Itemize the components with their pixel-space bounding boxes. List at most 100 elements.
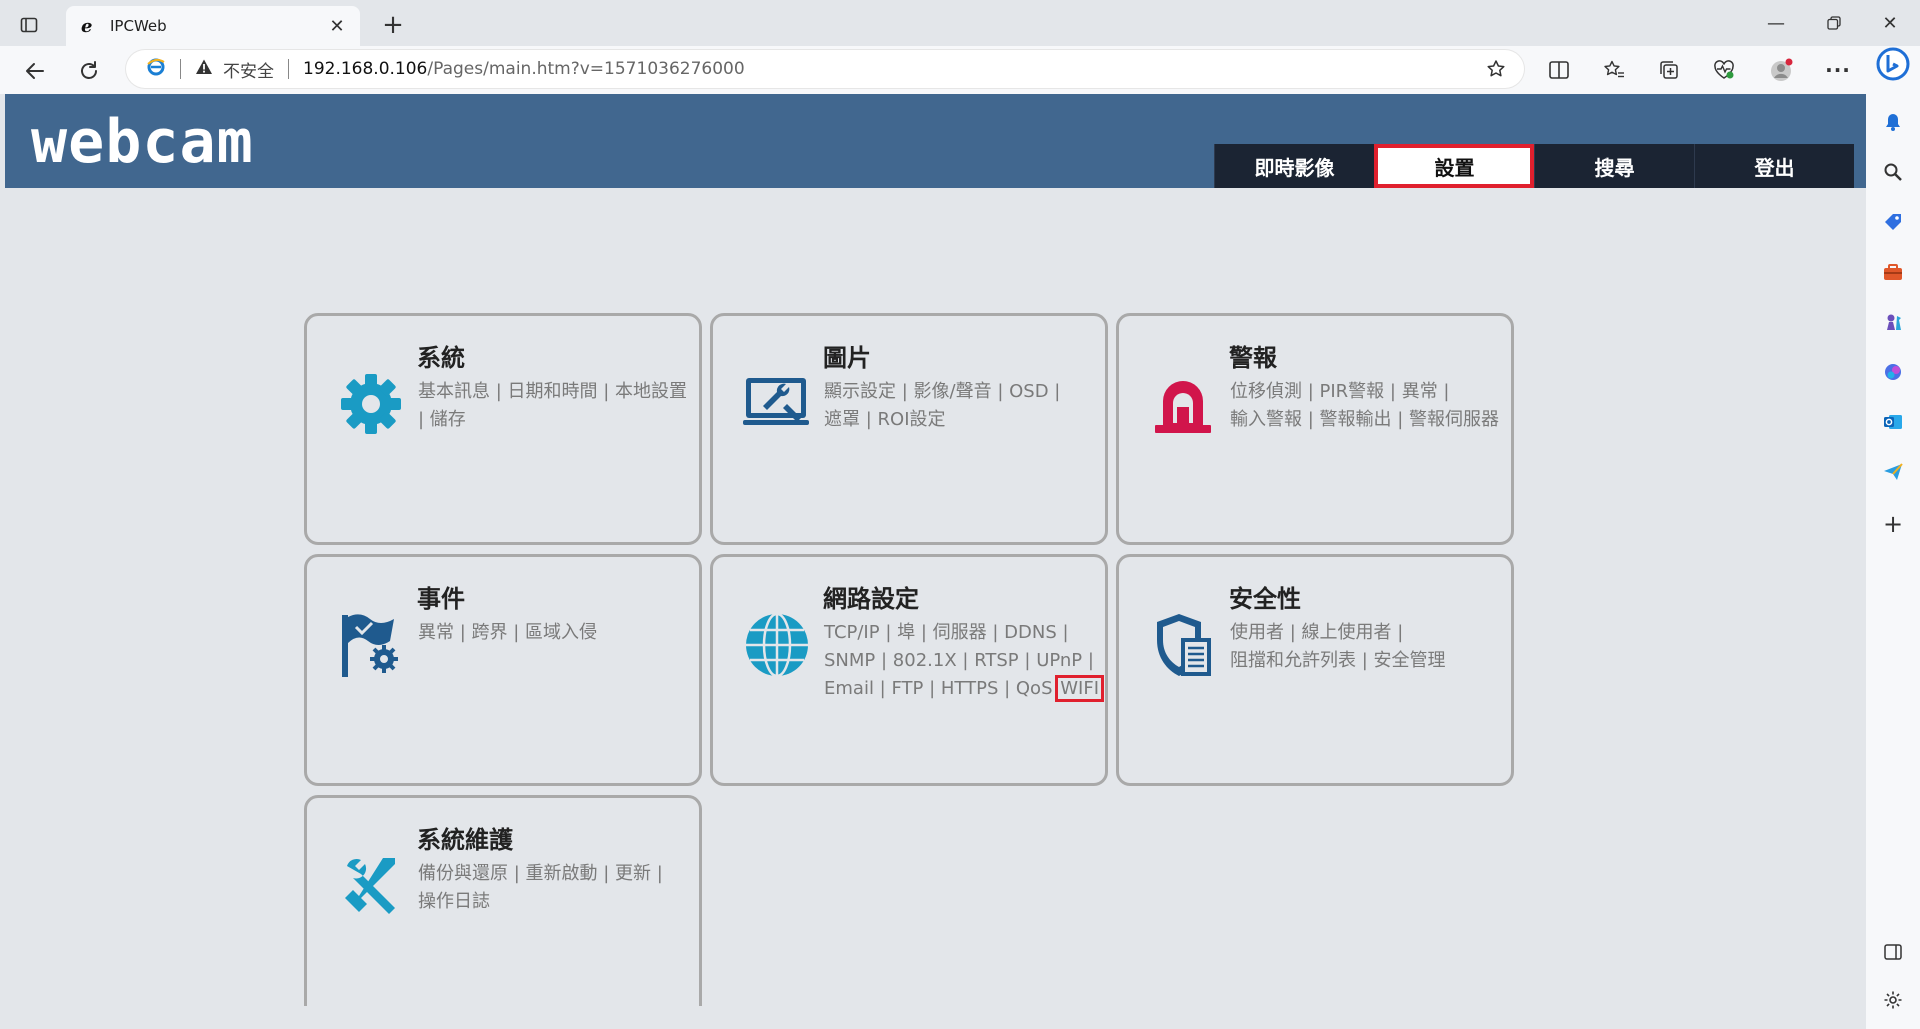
browser-tab-strip: e IPCWeb ✕ + — ✕ xyxy=(0,0,1920,48)
link-wifi[interactable]: WIFI xyxy=(1055,675,1105,702)
tab-title: IPCWeb xyxy=(110,17,167,35)
link-alarm-server[interactable]: 警報伺服器 xyxy=(1409,409,1499,430)
card-security[interactable]: 安全性 使用者 | 線上使用者 | 阻擋和允許列表 | 安全管理 xyxy=(1116,554,1514,786)
link-server[interactable]: 伺服器 xyxy=(933,622,987,643)
card-alarm[interactable]: 警報 位移偵測 | PIR警報 | 異常 | 輸入警報 | 警報輸出 | 警報伺服… xyxy=(1116,313,1514,545)
link-port[interactable]: 埠 xyxy=(897,622,915,643)
link-rtsp[interactable]: RTSP xyxy=(974,650,1018,671)
link-operation-log[interactable]: 操作日誌 xyxy=(418,891,490,912)
copilot-button[interactable] xyxy=(1879,358,1907,386)
divider xyxy=(180,59,181,79)
link-date-time[interactable]: 日期和時間 xyxy=(508,381,598,402)
link-osd[interactable]: OSD xyxy=(1009,381,1048,402)
restore-button[interactable] xyxy=(1814,8,1854,38)
link-local-settings[interactable]: 本地設置 xyxy=(615,381,687,402)
card-links: 異常 | 跨界 | 區域入侵 xyxy=(418,622,598,643)
minimize-button[interactable]: — xyxy=(1756,8,1796,38)
more-menu-button[interactable]: ··· xyxy=(1820,52,1856,88)
link-https[interactable]: HTTPS xyxy=(941,678,999,699)
paper-plane-icon xyxy=(1884,463,1903,480)
card-maintenance[interactable]: 系統維護 備份與還原 | 重新啟動 | 更新 | 操作日誌 xyxy=(304,795,702,1006)
outlook-button[interactable] xyxy=(1879,408,1907,436)
link-ftp[interactable]: FTP xyxy=(891,678,923,699)
link-online-users[interactable]: 線上使用者 xyxy=(1302,622,1392,643)
card-image[interactable]: 圖片 顯示設定 | 影像/聲音 | OSD | 遮罩 | ROI設定 xyxy=(710,313,1108,545)
bing-copilot-button[interactable] xyxy=(1876,46,1910,82)
link-alarm-input[interactable]: 輸入警報 xyxy=(1230,409,1302,430)
copilot-icon xyxy=(1885,364,1901,380)
link-intrusion[interactable]: 區域入侵 xyxy=(525,622,597,643)
card-event[interactable]: 事件 異常 | 跨界 | 區域入侵 xyxy=(304,554,702,786)
card-system[interactable]: 系統 基本訊息 | 日期和時間 | 本地設置 | 儲存 xyxy=(304,313,702,545)
link-roi-settings[interactable]: ROI設定 xyxy=(878,409,946,430)
back-button[interactable] xyxy=(18,54,52,88)
alarm-siren-icon xyxy=(1149,370,1217,438)
nav-search[interactable]: 搜尋 xyxy=(1534,144,1694,188)
restore-icon xyxy=(1827,16,1841,30)
link-email[interactable]: Email xyxy=(824,678,874,699)
tab-close-icon[interactable]: ✕ xyxy=(326,15,348,37)
link-alarm-output[interactable]: 警報輸出 xyxy=(1320,409,1392,430)
link-upnp[interactable]: UPnP xyxy=(1036,650,1082,671)
card-links: 位移偵測 | PIR警報 | 異常 | 輸入警報 | 警報輸出 | 警報伺服器 xyxy=(1230,381,1500,430)
link-block-allow-list[interactable]: 阻擋和允許列表 xyxy=(1230,650,1356,671)
notifications-button[interactable] xyxy=(1879,108,1907,136)
bell-icon xyxy=(1886,114,1900,131)
send-button[interactable] xyxy=(1879,458,1907,486)
address-bar[interactable]: 不安全 192.168.0.106/Pages/main.htm?v=15710… xyxy=(126,50,1524,88)
nav-live-view[interactable]: 即時影像 xyxy=(1214,144,1374,188)
card-network[interactable]: 網路設定 TCP/IP | 埠 | 伺服器 | DDNS | SNMP | 802… xyxy=(710,554,1108,786)
url-path[interactable]: /Pages/main.htm?v=1571036276000 xyxy=(427,59,744,79)
tools-button[interactable] xyxy=(1879,258,1907,286)
link-qos[interactable]: QoS xyxy=(1016,678,1053,699)
ie-mode-icon[interactable] xyxy=(146,57,166,82)
favorite-star-icon[interactable] xyxy=(1484,57,1508,81)
card-title: 網路設定 xyxy=(823,585,919,613)
warning-icon[interactable] xyxy=(195,58,213,81)
games-button[interactable] xyxy=(1879,308,1907,336)
link-users[interactable]: 使用者 xyxy=(1230,622,1284,643)
link-exception[interactable]: 異常 xyxy=(1402,381,1438,402)
link-tcpip[interactable]: TCP/IP xyxy=(824,622,880,643)
link-8021x[interactable]: 802.1X xyxy=(893,650,957,671)
link-backup-restore[interactable]: 備份與還原 xyxy=(418,863,514,884)
browser-toolbar: 不安全 192.168.0.106/Pages/main.htm?v=15710… xyxy=(0,46,1920,94)
browser-essentials-button[interactable] xyxy=(1706,52,1742,88)
link-reboot[interactable]: 重新啟動 xyxy=(526,863,598,884)
nav-settings[interactable]: 設置 xyxy=(1374,144,1534,188)
browser-tab[interactable]: e IPCWeb ✕ xyxy=(66,6,360,46)
profile-button[interactable] xyxy=(1764,52,1800,88)
monitor-wrench-icon xyxy=(743,370,811,438)
link-basic-info[interactable]: 基本訊息 xyxy=(418,381,490,402)
security-label[interactable]: 不安全 xyxy=(223,57,274,82)
link-motion-detection[interactable]: 位移偵測 xyxy=(1230,381,1302,402)
sidebar-settings-button[interactable] xyxy=(1879,986,1907,1014)
split-screen-button[interactable] xyxy=(1541,52,1577,88)
link-privacy-mask[interactable]: 遮罩 xyxy=(824,409,860,430)
add-sidebar-app-button[interactable]: + xyxy=(1879,510,1907,538)
link-ddns[interactable]: DDNS xyxy=(1004,622,1057,643)
toolbox-icon xyxy=(1884,264,1902,280)
favorites-button[interactable] xyxy=(1596,52,1632,88)
hide-sidebar-button[interactable] xyxy=(1879,938,1907,966)
search-button[interactable] xyxy=(1879,158,1907,186)
svg-text:e: e xyxy=(81,17,92,35)
link-exception[interactable]: 異常 xyxy=(418,622,454,643)
nav-logout[interactable]: 登出 xyxy=(1694,144,1854,188)
url-host[interactable]: 192.168.0.106 xyxy=(303,59,427,79)
refresh-button[interactable] xyxy=(72,54,106,88)
tab-actions-button[interactable] xyxy=(14,10,44,40)
link-pir-alarm[interactable]: PIR警報 xyxy=(1320,381,1385,402)
link-line-crossing[interactable]: 跨界 xyxy=(472,622,508,643)
new-tab-button[interactable]: + xyxy=(378,10,408,40)
collections-button[interactable] xyxy=(1651,52,1687,88)
link-video-audio[interactable]: 影像/聲音 xyxy=(914,381,992,402)
close-window-button[interactable]: ✕ xyxy=(1870,8,1910,38)
link-security-management[interactable]: 安全管理 xyxy=(1374,650,1446,671)
link-display-settings[interactable]: 顯示設定 xyxy=(824,381,896,402)
link-storage[interactable]: 儲存 xyxy=(430,409,466,430)
link-update[interactable]: 更新 xyxy=(615,863,651,884)
shopping-button[interactable] xyxy=(1879,208,1907,236)
link-snmp[interactable]: SNMP xyxy=(824,650,875,671)
more-dots-icon: ··· xyxy=(1825,58,1851,82)
